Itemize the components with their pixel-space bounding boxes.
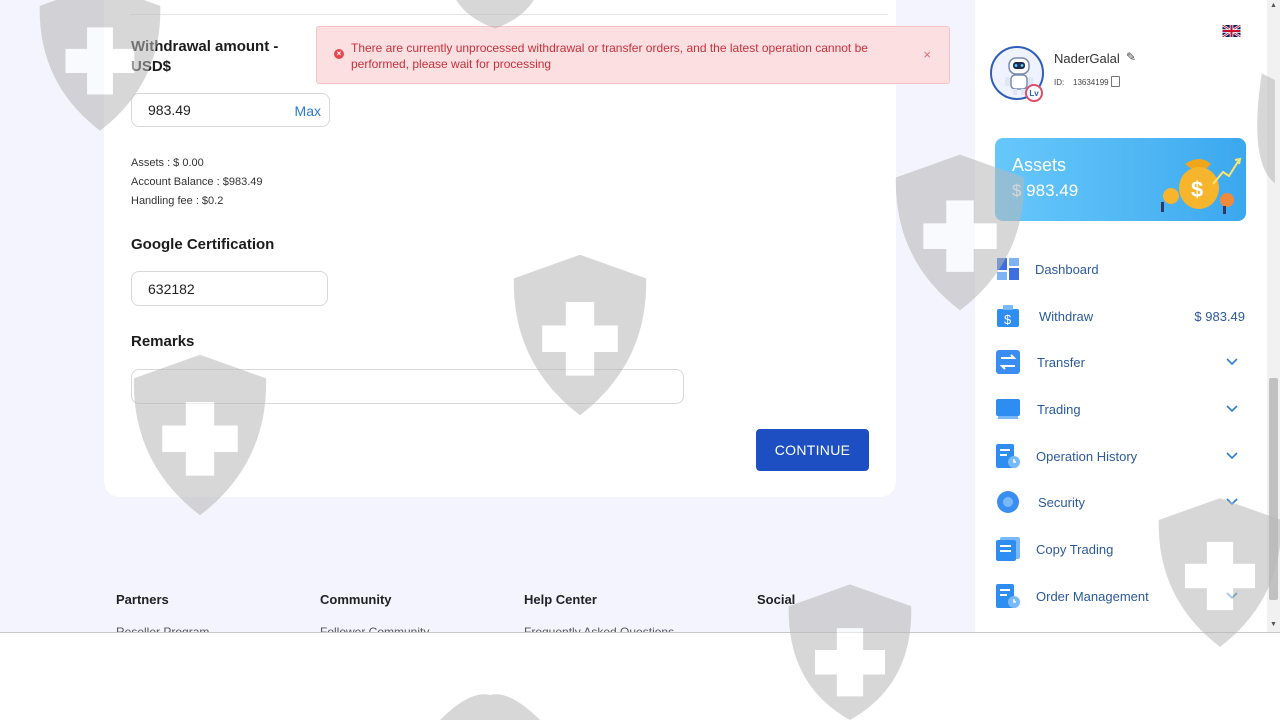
edit-pencil-icon[interactable]: ✎ (1126, 50, 1136, 64)
footer-help-center-title: Help Center (524, 592, 597, 607)
alert-message: There are currently unprocessed withdraw… (351, 41, 868, 71)
nav-copy-trading[interactable]: Copy Trading (995, 534, 1250, 564)
withdraw-amount-label-line1: Withdrawal amount - (131, 38, 279, 55)
scrollbar[interactable]: ▲ ▼ (1267, 0, 1280, 632)
nav-withdraw-label: Withdraw (1039, 308, 1094, 324)
amount-input[interactable]: 983.49 Max (131, 93, 330, 127)
amount-input-value: 983.49 (148, 102, 191, 118)
handling-fee-info: Handling fee : $0.2 (131, 195, 224, 207)
google-code-input[interactable]: 632182 (131, 271, 328, 306)
continue-button[interactable]: CONTINUE (756, 429, 869, 471)
money-bag-illustration-icon: $ (1161, 157, 1242, 214)
footer-community-title: Community (320, 592, 392, 607)
scroll-down-icon[interactable]: ▼ (1270, 621, 1277, 628)
assets-card: Assets $ 983.49 $ (995, 138, 1246, 221)
footer-link-reseller[interactable]: Reseller Program (116, 625, 209, 632)
footer-partners-title: Partners (116, 592, 169, 607)
assets-card-title: Assets (1012, 155, 1067, 175)
google-certification-label: Google Certification (131, 236, 275, 253)
chevron-down-icon[interactable] (1225, 448, 1239, 462)
nav-withdraw-balance: $ 983.49 (1194, 308, 1245, 324)
username: NaderGalal (1054, 51, 1120, 66)
nav-operation-history-label: Operation History (1036, 448, 1138, 464)
copy-trading-icon (995, 536, 1021, 562)
dashboard-icon (995, 256, 1021, 282)
error-alert: × There are currently unprocessed withdr… (316, 26, 950, 84)
svg-text:$: $ (1004, 312, 1012, 327)
nav-copy-trading-label: Copy Trading (1036, 541, 1114, 557)
level-badge-icon: Lv (1025, 84, 1043, 102)
scroll-up-icon[interactable]: ▲ (1270, 2, 1277, 9)
transfer-icon (995, 349, 1021, 375)
nav-security[interactable]: Security (995, 487, 1250, 517)
chevron-down-icon[interactable] (1225, 401, 1239, 415)
footer-link-faq[interactable]: Frequently Asked Questions (524, 625, 674, 632)
scrollbar-thumb[interactable] (1269, 378, 1278, 600)
divider (130, 14, 888, 15)
browser-viewport: Withdrawal amount - USD$ 983.49 Max Asse… (0, 0, 1280, 633)
withdraw-icon: $ (995, 303, 1021, 329)
nav-withdraw[interactable]: $ Withdraw $ 983.49 (995, 301, 1250, 331)
chevron-down-icon[interactable] (1225, 588, 1239, 602)
nav-order-management-label: Order Management (1036, 588, 1149, 604)
nav-dashboard[interactable]: Dashboard (995, 254, 1250, 284)
nav-operation-history[interactable]: Operation History (995, 441, 1250, 471)
nav-transfer[interactable]: Transfer (995, 347, 1250, 377)
watermark-shield-icon (440, 694, 540, 720)
user-id-value: 13634199 (1073, 78, 1109, 87)
history-icon (995, 443, 1021, 469)
alert-close-button[interactable]: × (923, 47, 931, 62)
nav-transfer-label: Transfer (1037, 354, 1085, 370)
remarks-label: Remarks (131, 333, 195, 350)
nav-dashboard-label: Dashboard (1035, 261, 1099, 277)
account-balance-info: Account Balance : $983.49 (131, 176, 263, 188)
withdraw-amount-label-line2: USD$ (131, 58, 172, 75)
svg-text:$: $ (1191, 177, 1203, 202)
uk-flag-icon[interactable] (1222, 25, 1241, 37)
nav-order-management[interactable]: Order Management (995, 581, 1250, 611)
trading-icon (995, 396, 1021, 422)
assets-card-value: $ 983.49 (1012, 181, 1079, 200)
nav-security-label: Security (1038, 494, 1085, 510)
max-button[interactable]: Max (295, 103, 321, 119)
error-icon: × (334, 49, 344, 59)
chevron-down-icon[interactable] (1225, 494, 1239, 508)
security-icon (995, 489, 1021, 515)
withdraw-amount-label: Withdrawal amount - USD$ (131, 37, 278, 77)
google-code-value: 632182 (148, 280, 195, 297)
user-id-label: ID: (1054, 78, 1065, 87)
footer-social-title: Social (757, 592, 796, 607)
order-management-icon (995, 583, 1021, 609)
main-content: Withdrawal amount - USD$ 983.49 Max Asse… (0, 0, 975, 632)
copy-icon[interactable] (1111, 76, 1120, 87)
footer-link-follower-community[interactable]: Follower Community (320, 625, 429, 632)
chevron-down-icon[interactable] (1225, 354, 1239, 368)
remarks-input[interactable] (131, 369, 684, 404)
assets-info: Assets : $ 0.00 (131, 157, 204, 169)
nav-trading[interactable]: Trading (995, 394, 1250, 424)
nav-trading-label: Trading (1037, 401, 1081, 417)
